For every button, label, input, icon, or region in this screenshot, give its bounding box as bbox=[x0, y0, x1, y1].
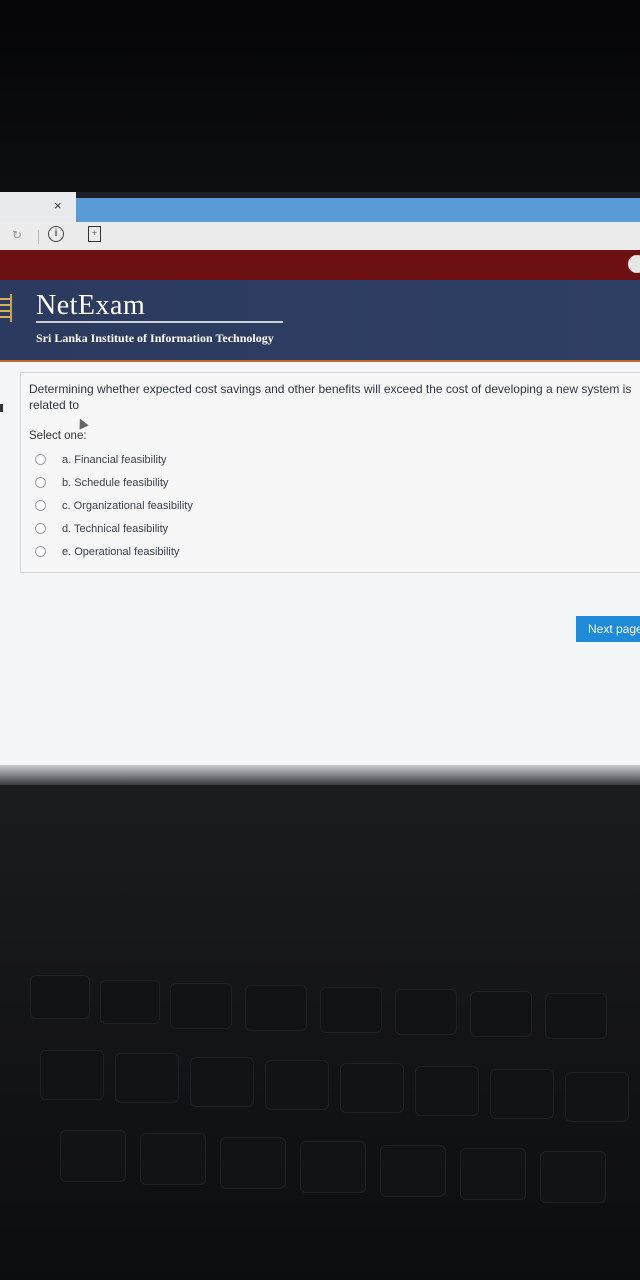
question-card: Determining whether expected cost saving… bbox=[20, 372, 640, 573]
profile-avatar[interactable] bbox=[628, 255, 640, 273]
keyboard-key bbox=[565, 1072, 629, 1122]
option-c[interactable]: c. Organizational feasibility bbox=[35, 494, 335, 517]
option-d[interactable]: d. Technical feasibility bbox=[35, 517, 335, 540]
option-label[interactable]: b. Schedule feasibility bbox=[62, 477, 168, 489]
radio-button[interactable] bbox=[35, 477, 46, 488]
radio-button[interactable] bbox=[35, 546, 46, 557]
keyboard-key bbox=[140, 1133, 206, 1185]
keyboard-key bbox=[540, 1151, 606, 1203]
answer-options: a. Financial feasibility b. Schedule fea… bbox=[35, 448, 335, 563]
keyboard-key bbox=[460, 1148, 526, 1200]
info-icon[interactable]: i bbox=[48, 226, 64, 242]
laptop-bezel bbox=[0, 765, 640, 785]
option-e[interactable]: e. Operational feasibility bbox=[35, 540, 335, 563]
option-label[interactable]: c. Organizational feasibility bbox=[62, 500, 193, 512]
keyboard-key bbox=[190, 1057, 254, 1107]
tab-strip bbox=[76, 198, 640, 222]
keyboard-key bbox=[470, 991, 532, 1037]
option-label[interactable]: d. Technical feasibility bbox=[62, 523, 168, 535]
radio-button[interactable] bbox=[35, 523, 46, 534]
keyboard-key bbox=[415, 1066, 479, 1116]
option-label[interactable]: a. Financial feasibility bbox=[62, 454, 167, 466]
toolbar-divider bbox=[38, 230, 39, 244]
keyboard-key bbox=[115, 1053, 179, 1103]
keyboard-key bbox=[300, 1141, 366, 1193]
keyboard-key bbox=[100, 980, 160, 1024]
keyboard-key bbox=[395, 989, 457, 1035]
keyboard-key bbox=[60, 1130, 126, 1182]
tab-bar: × bbox=[0, 192, 640, 222]
keyboard-key bbox=[380, 1145, 446, 1197]
next-page-button[interactable]: Next page bbox=[576, 616, 640, 642]
browser-toolbar: ↻ i + bbox=[0, 222, 640, 250]
reload-icon[interactable]: ↻ bbox=[12, 228, 22, 242]
site-title[interactable]: NetExam bbox=[36, 290, 145, 322]
select-prompt: Select one: bbox=[29, 430, 87, 442]
option-label[interactable]: e. Operational feasibility bbox=[62, 546, 179, 558]
keyboard-key bbox=[340, 1063, 404, 1113]
keyboard-key bbox=[40, 1050, 104, 1100]
title-underline bbox=[36, 321, 283, 323]
keyboard-key bbox=[170, 983, 232, 1029]
keyboard-key bbox=[265, 1060, 329, 1110]
option-a[interactable]: a. Financial feasibility bbox=[35, 448, 335, 471]
radio-button[interactable] bbox=[35, 454, 46, 465]
logo-icon bbox=[0, 294, 12, 322]
question-marker bbox=[0, 404, 3, 412]
keyboard-key bbox=[30, 975, 90, 1019]
institution-name: Sri Lanka Institute of Information Techn… bbox=[36, 331, 274, 345]
background-dark bbox=[0, 0, 640, 195]
site-header: NetExam Sri Lanka Institute of Informati… bbox=[0, 280, 640, 362]
accent-bar bbox=[0, 250, 640, 280]
keyboard-key bbox=[490, 1069, 554, 1119]
question-text: Determining whether expected cost saving… bbox=[29, 382, 632, 412]
keyboard-key bbox=[220, 1137, 286, 1189]
page-icon[interactable]: + bbox=[88, 226, 101, 242]
laptop-keyboard bbox=[0, 785, 640, 1280]
laptop-screen: × ↻ i + NetExam Sri Lanka Institute of I… bbox=[0, 192, 640, 777]
option-b[interactable]: b. Schedule feasibility bbox=[35, 471, 335, 494]
keyboard-key bbox=[545, 993, 607, 1039]
close-icon[interactable]: × bbox=[54, 198, 62, 213]
keyboard-key bbox=[320, 987, 382, 1033]
radio-button[interactable] bbox=[35, 500, 46, 511]
keyboard-key bbox=[245, 985, 307, 1031]
browser-tab[interactable]: × bbox=[0, 192, 76, 222]
